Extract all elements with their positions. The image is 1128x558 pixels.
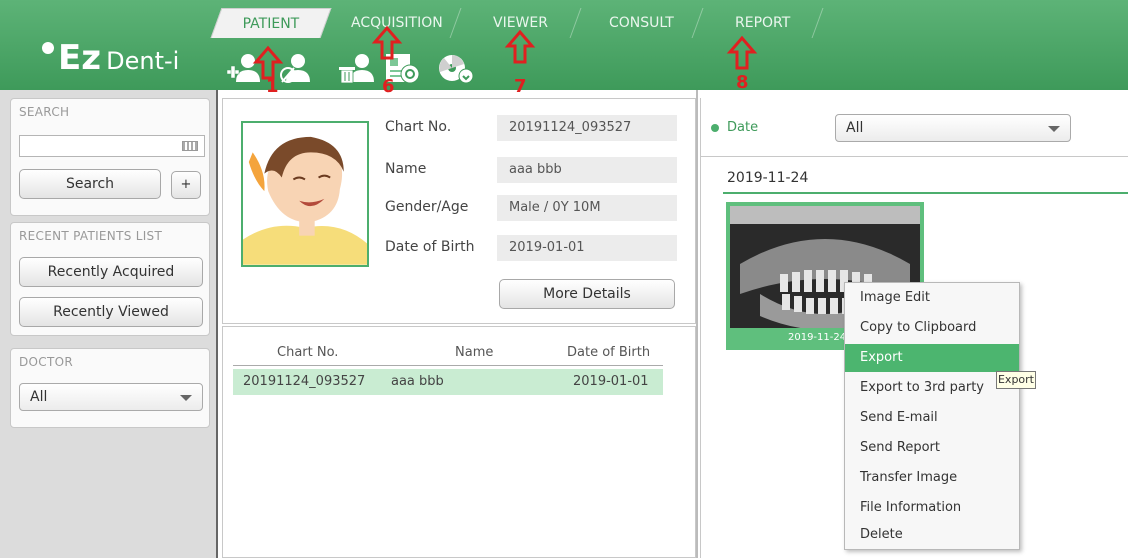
menu-item-export-3rd-party[interactable]: Export to 3rd party xyxy=(845,374,1019,402)
col-chart-no[interactable]: Chart No. xyxy=(277,345,338,360)
row-dob: 2019-01-01 xyxy=(573,374,649,389)
group-date: 2019-11-24 xyxy=(727,170,809,186)
doctor-select[interactable]: All xyxy=(19,383,203,411)
menu-item-delete[interactable]: Delete xyxy=(845,521,1019,549)
row-chart-no: 20191124_093527 xyxy=(243,374,366,389)
doctor-select-value: All xyxy=(30,389,48,405)
more-details-button[interactable]: More Details xyxy=(499,279,675,309)
doctor-title: DOCTOR xyxy=(19,355,73,369)
import-disc-icon xyxy=(439,55,474,84)
keyboard-icon[interactable] xyxy=(182,141,198,151)
table-row[interactable]: 20191124_093527 aaa bbb 2019-01-01 xyxy=(233,369,663,395)
tab-consult-label: CONSULT xyxy=(609,15,674,31)
edit-patient-icon xyxy=(280,54,310,83)
annotation-7: 7 xyxy=(514,76,527,97)
doctor-panel: DOCTOR All xyxy=(10,348,210,428)
tab-acquisition[interactable]: ACQUISITION xyxy=(332,8,462,38)
recently-acquired-button[interactable]: Recently Acquired xyxy=(19,257,203,287)
annotation-6: 6 xyxy=(382,76,395,97)
menu-item-transfer-image[interactable]: Transfer Image xyxy=(845,464,1019,492)
menu-item-send-email[interactable]: Send E-mail xyxy=(845,404,1019,432)
chevron-down-icon xyxy=(1048,126,1060,132)
search-panel: SEARCH Search + xyxy=(10,98,210,216)
sidebar-divider xyxy=(216,90,218,558)
add-patient-icon xyxy=(226,54,260,82)
context-menu: Image Edit Copy to Clipboard Export Expo… xyxy=(844,282,1020,550)
list-header-divider xyxy=(233,365,663,366)
chevron-down-icon xyxy=(180,395,192,401)
date-filter-value: All xyxy=(846,120,864,136)
annotation-1: 1 xyxy=(266,76,279,97)
tab-patient[interactable]: PATIENT xyxy=(210,8,332,38)
col-name[interactable]: Name xyxy=(455,345,493,360)
app-logo: Ez Dent-i xyxy=(14,16,214,78)
import-disc-button[interactable] xyxy=(434,48,478,88)
add-patient-button[interactable] xyxy=(222,48,266,88)
add-search-button[interactable]: + xyxy=(171,171,201,199)
tab-viewer-label: VIEWER xyxy=(493,15,548,31)
name-label: Name xyxy=(385,161,427,177)
logo-dent: Dent-i xyxy=(106,47,180,75)
left-sidebar: SEARCH Search + RECENT PATIENTS LIST Rec… xyxy=(0,90,216,558)
main-tabs: PATIENT ACQUISITION VIEWER CONSULT REPOR… xyxy=(210,8,1128,38)
dob-label: Date of Birth xyxy=(385,239,475,255)
patient-info-panel: Chart No. 20191124_093527 Name aaa bbb G… xyxy=(222,98,696,324)
recently-viewed-button[interactable]: Recently Viewed xyxy=(19,297,203,327)
logo-dot xyxy=(42,42,54,54)
tab-patient-label: PATIENT xyxy=(242,16,299,32)
date-filter-select[interactable]: All xyxy=(835,114,1071,142)
patient-photo xyxy=(241,121,369,267)
menu-item-export[interactable]: Export xyxy=(845,344,1019,372)
center-right-divider xyxy=(696,90,698,558)
menu-item-send-report[interactable]: Send Report xyxy=(845,434,1019,462)
date-bullet-icon xyxy=(711,124,719,132)
recent-panel: RECENT PATIENTS LIST Recently Acquired R… xyxy=(10,222,210,336)
name-value: aaa bbb xyxy=(497,157,677,183)
annotation-8: 8 xyxy=(736,72,749,93)
tab-consult[interactable]: CONSULT xyxy=(580,8,704,38)
delete-patient-button[interactable] xyxy=(334,48,378,88)
menu-item-file-information[interactable]: File Information xyxy=(845,494,1019,522)
chart-no-value: 20191124_093527 xyxy=(497,115,677,141)
edit-patient-button[interactable] xyxy=(272,48,316,88)
menu-item-copy-clipboard[interactable]: Copy to Clipboard xyxy=(845,314,1019,342)
logo-text: Ez Dent-i xyxy=(58,38,179,78)
date-filter-label: Date xyxy=(727,120,759,135)
thumb-title-bar xyxy=(730,206,920,224)
app-header: Ez Dent-i PATIENT ACQUISITION VIEWER CON… xyxy=(0,0,1128,90)
export-tooltip: Export xyxy=(996,371,1036,389)
row-name: aaa bbb xyxy=(391,374,444,389)
col-dob[interactable]: Date of Birth xyxy=(567,345,650,360)
tab-acquisition-label: ACQUISITION xyxy=(350,15,443,31)
group-date-underline xyxy=(723,192,1128,194)
gender-age-label: Gender/Age xyxy=(385,199,469,215)
dob-value: 2019-01-01 xyxy=(497,235,677,261)
recent-title: RECENT PATIENTS LIST xyxy=(19,229,163,243)
gallery-divider xyxy=(701,156,1128,157)
patient-avatar-icon xyxy=(243,136,367,265)
search-button[interactable]: Search xyxy=(19,169,161,199)
logo-ez: Ez xyxy=(58,38,102,78)
patient-list-panel: Chart No. Name Date of Birth 20191124_09… xyxy=(222,326,696,558)
search-input[interactable] xyxy=(19,135,205,157)
tab-report-label: REPORT xyxy=(734,15,791,31)
search-title: SEARCH xyxy=(19,105,70,119)
tab-viewer[interactable]: VIEWER xyxy=(460,8,582,38)
delete-patient-icon xyxy=(339,54,374,84)
tab-report[interactable]: REPORT xyxy=(702,8,824,38)
chart-no-label: Chart No. xyxy=(385,119,452,135)
menu-item-image-edit[interactable]: Image Edit xyxy=(845,284,1019,312)
gender-age-value: Male / 0Y 10M xyxy=(497,195,677,221)
